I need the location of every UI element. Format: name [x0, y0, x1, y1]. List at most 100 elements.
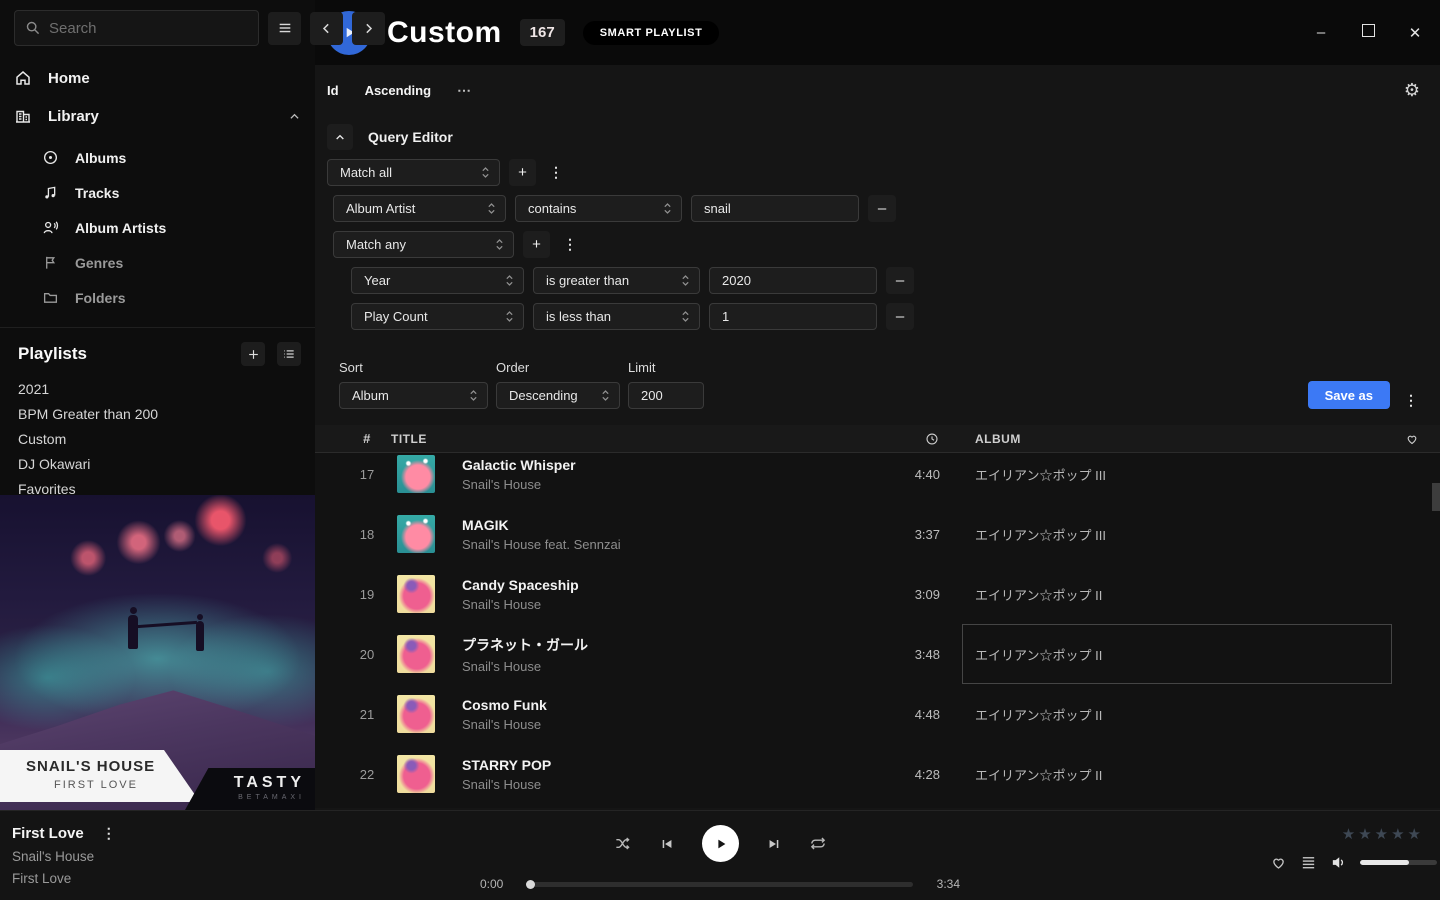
track-album-art — [397, 575, 435, 613]
track-row[interactable]: 21 Cosmo FunkSnail's House 4:48 エイリアン☆ポッ… — [315, 684, 1440, 744]
track-album-focused[interactable]: エイリアン☆ポップ II — [962, 624, 1392, 684]
sidebar-item-folders[interactable]: Folders — [42, 280, 301, 315]
track-row[interactable]: 18 MAGIKSnail's House feat. Sennzai 3:37… — [315, 504, 1440, 564]
rule-value-input[interactable] — [722, 273, 864, 288]
sidebar-item-tracks[interactable]: Tracks — [42, 175, 301, 210]
favorite-button[interactable] — [1270, 854, 1287, 871]
group-menu-button[interactable]: ⋮ — [545, 164, 567, 181]
disc-icon — [42, 149, 59, 166]
add-playlist-button[interactable] — [241, 342, 265, 366]
seek-bar[interactable] — [527, 882, 913, 887]
playlist-item-custom[interactable]: Custom — [18, 426, 301, 451]
settings-gear-icon[interactable]: ⚙ — [1404, 80, 1420, 101]
sidebar-item-library[interactable]: Library — [14, 102, 301, 130]
save-as-button[interactable]: Save as — [1308, 381, 1390, 409]
playlist-item-dj-okawari[interactable]: DJ Okawari — [18, 451, 301, 476]
match-type-select[interactable]: Match any — [333, 231, 514, 258]
column-album[interactable]: ALBUM — [962, 432, 1392, 446]
track-row[interactable]: 17 Galactic WhisperSnail's House 4:40 エイ… — [315, 453, 1440, 504]
track-artist: Snail's House — [462, 777, 878, 792]
remove-rule-button[interactable]: – — [886, 267, 914, 294]
elapsed-time: 0:00 — [480, 877, 512, 891]
star-4[interactable]: ★ — [1391, 826, 1407, 843]
seek-thumb[interactable] — [526, 880, 535, 889]
sidebar-item-album-artists[interactable]: Album Artists — [42, 210, 301, 245]
search-input[interactable] — [49, 20, 248, 37]
track-album-art — [397, 755, 435, 793]
rule-field-select[interactable]: Year — [351, 267, 524, 294]
playlist-item-2021[interactable]: 2021 — [18, 376, 301, 401]
column-duration[interactable] — [878, 432, 942, 446]
track-album-art — [397, 635, 435, 673]
repeat-button[interactable] — [809, 835, 827, 852]
star-1[interactable]: ★ — [1342, 826, 1358, 843]
now-playing-artist[interactable]: Snail's House — [12, 849, 332, 864]
column-title[interactable]: TITLE — [391, 432, 878, 446]
column-index[interactable]: # — [343, 431, 391, 446]
more-options-button[interactable]: ⋯ — [457, 82, 472, 99]
close-button[interactable]: ✕ — [1406, 24, 1424, 42]
column-favorite[interactable] — [1392, 432, 1432, 446]
remove-rule-button[interactable]: – — [886, 303, 914, 330]
menu-button[interactable] — [268, 12, 301, 45]
track-row[interactable]: 20 プラネット・ガールSnail's House 3:48 エイリアン☆ポップ… — [315, 624, 1440, 684]
volume-slider[interactable] — [1360, 860, 1437, 865]
star-3[interactable]: ★ — [1375, 826, 1391, 843]
now-playing-menu-button[interactable]: ⋮ — [98, 825, 120, 842]
track-row[interactable]: 19 Candy SpaceshipSnail's House 3:09 エイリ… — [315, 564, 1440, 624]
sidebar-item-genres[interactable]: Genres — [42, 245, 301, 280]
add-rule-button[interactable]: + — [509, 159, 536, 186]
previous-track-button[interactable] — [659, 836, 675, 852]
sort-select[interactable]: Album — [339, 382, 488, 409]
nav-back-button[interactable] — [310, 12, 343, 45]
playlist-options-button[interactable] — [277, 342, 301, 366]
limit-input[interactable] — [641, 388, 691, 403]
rule-field-select[interactable]: Play Count — [351, 303, 524, 330]
rule-operator-select[interactable]: contains — [515, 195, 682, 222]
shuffle-button[interactable] — [613, 835, 632, 852]
group-menu-button[interactable]: ⋮ — [559, 236, 581, 253]
track-album[interactable]: エイリアン☆ポップ II — [962, 684, 1392, 744]
rule-operator-select[interactable]: is greater than — [533, 267, 700, 294]
library-icon — [14, 107, 32, 125]
add-rule-button[interactable]: + — [523, 231, 550, 258]
sort-direction-button[interactable]: Ascending — [365, 83, 431, 98]
remove-rule-button[interactable]: – — [868, 195, 896, 222]
minimize-button[interactable]: – — [1312, 24, 1330, 41]
rule-field-select[interactable]: Album Artist — [333, 195, 506, 222]
sidebar-item-home[interactable]: Home — [14, 64, 301, 92]
track-album[interactable]: エイリアン☆ポップ II — [962, 564, 1392, 624]
rule-operator-select[interactable]: is less than — [533, 303, 700, 330]
star-5[interactable]: ★ — [1408, 826, 1424, 843]
next-track-button[interactable] — [766, 836, 782, 852]
play-pause-button[interactable] — [702, 825, 739, 862]
track-artist: Snail's House — [462, 477, 878, 492]
now-playing-title[interactable]: First Love — [12, 825, 84, 842]
star-2[interactable]: ★ — [1358, 826, 1374, 843]
select-chevrons-icon — [505, 310, 514, 323]
nav-forward-button[interactable] — [352, 12, 385, 45]
track-row[interactable]: 22 STARRY POPSnail's House 4:28 エイリアン☆ポッ… — [315, 744, 1440, 804]
track-album[interactable]: エイリアン☆ポップ III — [962, 504, 1392, 564]
search-box[interactable] — [14, 10, 259, 46]
collapse-chevron-icon[interactable] — [288, 110, 301, 123]
now-playing-album-art[interactable]: SNAIL'S HOUSE FIRST LOVE TASTY BETAMAXI — [0, 495, 315, 810]
sort-field-button[interactable]: Id — [327, 83, 339, 98]
scrollbar-thumb[interactable] — [1432, 483, 1440, 511]
rule-value-input[interactable] — [722, 309, 864, 324]
save-menu-button[interactable]: ⋮ — [1400, 392, 1422, 409]
queue-button[interactable] — [1300, 854, 1317, 871]
playlist-item-bpm[interactable]: BPM Greater than 200 — [18, 401, 301, 426]
order-label: Order — [496, 360, 620, 375]
track-album[interactable]: エイリアン☆ポップ III — [962, 453, 1392, 504]
rule-value-input[interactable] — [704, 201, 846, 216]
query-editor-collapse-button[interactable] — [327, 124, 353, 150]
sidebar-item-albums[interactable]: Albums — [42, 140, 301, 175]
volume-button[interactable] — [1330, 854, 1347, 871]
match-type-select[interactable]: Match all — [327, 159, 500, 186]
maximize-button[interactable] — [1359, 24, 1377, 41]
now-playing-album[interactable]: First Love — [12, 871, 332, 886]
order-select[interactable]: Descending — [496, 382, 620, 409]
track-duration: 4:28 — [878, 767, 942, 782]
track-album[interactable]: エイリアン☆ポップ II — [962, 744, 1392, 804]
